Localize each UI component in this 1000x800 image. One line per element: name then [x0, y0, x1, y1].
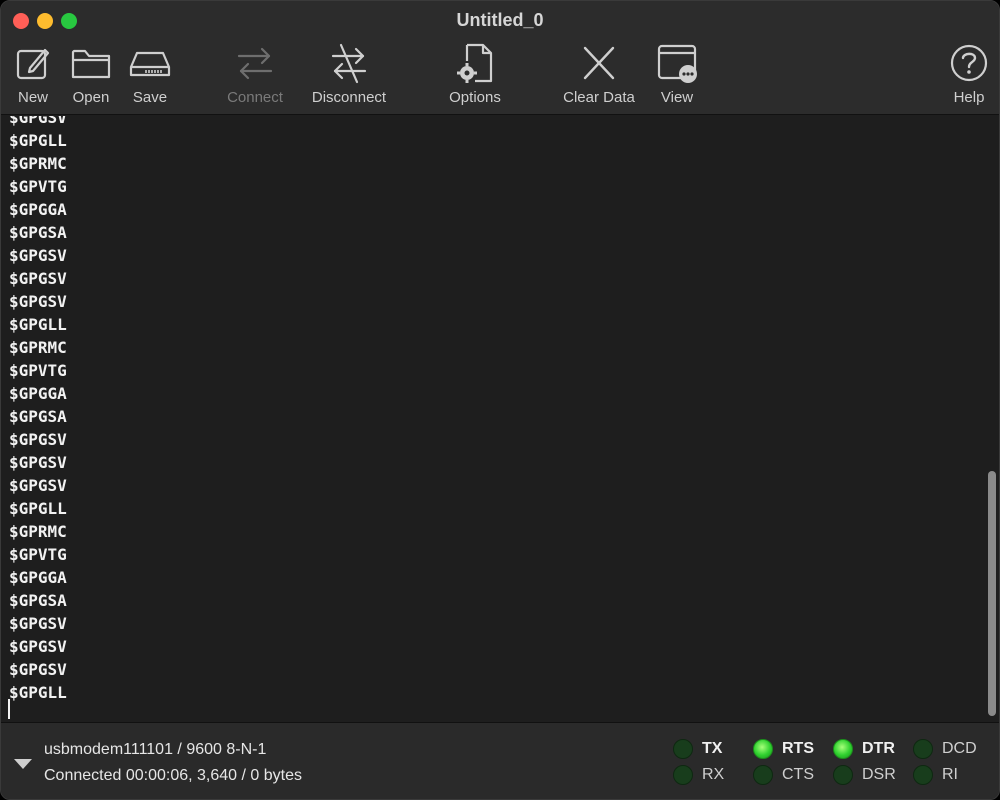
terminal-line: $GPGSV	[9, 116, 67, 127]
connect-label: Connect	[227, 89, 283, 106]
port-settings: usbmodem111101 / 9600 8-N-1	[44, 741, 267, 758]
titlebar: Untitled_0 New Open Save Connect Disconn…	[1, 1, 999, 115]
clear-data-label: Clear Data	[563, 89, 635, 106]
clear-x-icon	[583, 46, 615, 80]
terminal-line: $GPGLL	[9, 315, 67, 334]
disconnect-label: Disconnect	[311, 89, 387, 106]
dtr-led-icon	[833, 739, 853, 759]
disclosure-triangle-icon[interactable]	[14, 759, 32, 769]
terminal-line: $GPRMC	[9, 154, 67, 173]
terminal-line: $GPGGA	[9, 200, 67, 219]
connect-button[interactable]: Connect	[215, 41, 295, 106]
ri-led-icon	[913, 765, 933, 785]
signal-rts-label: RTS	[782, 740, 814, 757]
swap-arrows-icon	[237, 47, 273, 80]
view-button[interactable]: View	[637, 41, 717, 106]
terminal-line: $GPGLL	[9, 499, 67, 518]
clear-data-button[interactable]: Clear Data	[559, 41, 639, 106]
signal-rx-label: RX	[702, 766, 725, 783]
options-button[interactable]: Options	[435, 41, 515, 106]
tx-led-icon	[673, 739, 693, 759]
terminal-line: $GPRMC	[9, 338, 67, 357]
terminal-line: $GPGSA	[9, 591, 67, 610]
signal-dcd: DCD	[913, 739, 977, 759]
terminal-line: $GPGSV	[9, 614, 67, 633]
terminal-line: $GPVTG	[9, 177, 67, 196]
terminal-line: $GPVTG	[9, 361, 67, 380]
signal-tx-label: TX	[702, 740, 723, 757]
new-document-icon	[16, 48, 50, 80]
help-label: Help	[953, 89, 985, 106]
signal-dtr-label: DTR	[862, 740, 895, 757]
terminal-line: $GPGLL	[9, 131, 67, 150]
terminal-line: $GPGGA	[9, 568, 67, 587]
help-button[interactable]: Help	[929, 41, 999, 106]
terminal-line: $GPGSV	[9, 430, 67, 449]
disconnect-arrows-icon	[331, 43, 367, 84]
signal-ri-label: RI	[942, 766, 958, 783]
terminal-line: $GPGSV	[9, 292, 67, 311]
signal-tx: TX	[673, 739, 722, 759]
rts-led-icon	[753, 739, 773, 759]
terminal-line: $GPGGA	[9, 384, 67, 403]
signal-dtr[interactable]: DTR	[833, 739, 895, 759]
scrollbar-thumb[interactable]	[988, 471, 996, 716]
signal-rx: RX	[673, 765, 724, 785]
status-bar: usbmodem111101 / 9600 8-N-1 Connected 00…	[1, 722, 999, 799]
terminal-line: $GPGSV	[9, 637, 67, 656]
save-button[interactable]: Save	[110, 41, 190, 106]
signal-cts-label: CTS	[782, 766, 814, 783]
terminal-output[interactable]: $GPGSV $GPGLL $GPRMC $GPVTG $GPGGA $GPGSA $GPG…	[1, 116, 999, 722]
window-title: Untitled_0	[456, 10, 544, 30]
terminal-line: $GPGSV	[9, 453, 67, 472]
signal-cts: CTS	[753, 765, 814, 785]
terminal-lines: $GPGSV $GPGLL $GPRMC $GPVTG $GPGGA $GPGSA $GPG…	[9, 116, 67, 704]
disconnect-button[interactable]: Disconnect	[309, 41, 389, 106]
folder-icon	[71, 49, 111, 79]
vertical-scrollbar[interactable]	[986, 116, 998, 722]
rx-led-icon	[673, 765, 693, 785]
document-gear-icon	[457, 43, 493, 83]
new-label: New	[17, 89, 48, 106]
terminal-line: $GPRMC	[9, 522, 67, 541]
window-more-icon	[657, 44, 697, 83]
signal-dcd-label: DCD	[942, 740, 977, 757]
terminal-line: $GPGSV	[9, 269, 67, 288]
terminal-line: $GPGLL	[9, 683, 67, 702]
question-mark-icon	[950, 44, 988, 82]
signal-rts[interactable]: RTS	[753, 739, 814, 759]
save-label: Save	[132, 89, 168, 106]
dsr-led-icon	[833, 765, 853, 785]
signal-dsr-label: DSR	[862, 766, 896, 783]
terminal-line: $GPVTG	[9, 545, 67, 564]
signal-dsr: DSR	[833, 765, 896, 785]
terminal-line: $GPGSA	[9, 223, 67, 242]
view-label: View	[660, 89, 694, 106]
dcd-led-icon	[913, 739, 933, 759]
text-cursor	[8, 699, 10, 719]
terminal-line: $GPGSV	[9, 660, 67, 679]
app-window: Untitled_0 New Open Save Connect Disconn…	[0, 0, 1000, 800]
drive-icon	[129, 51, 171, 77]
terminal-line: $GPGSV	[9, 246, 67, 265]
terminal-line: $GPGSV	[9, 476, 67, 495]
options-label: Options	[449, 89, 501, 106]
cts-led-icon	[753, 765, 773, 785]
connection-status: Connected 00:00:06, 3,640 / 0 bytes	[44, 767, 302, 784]
open-label: Open	[72, 89, 110, 106]
terminal-line: $GPGSA	[9, 407, 67, 426]
signal-ri: RI	[913, 765, 958, 785]
